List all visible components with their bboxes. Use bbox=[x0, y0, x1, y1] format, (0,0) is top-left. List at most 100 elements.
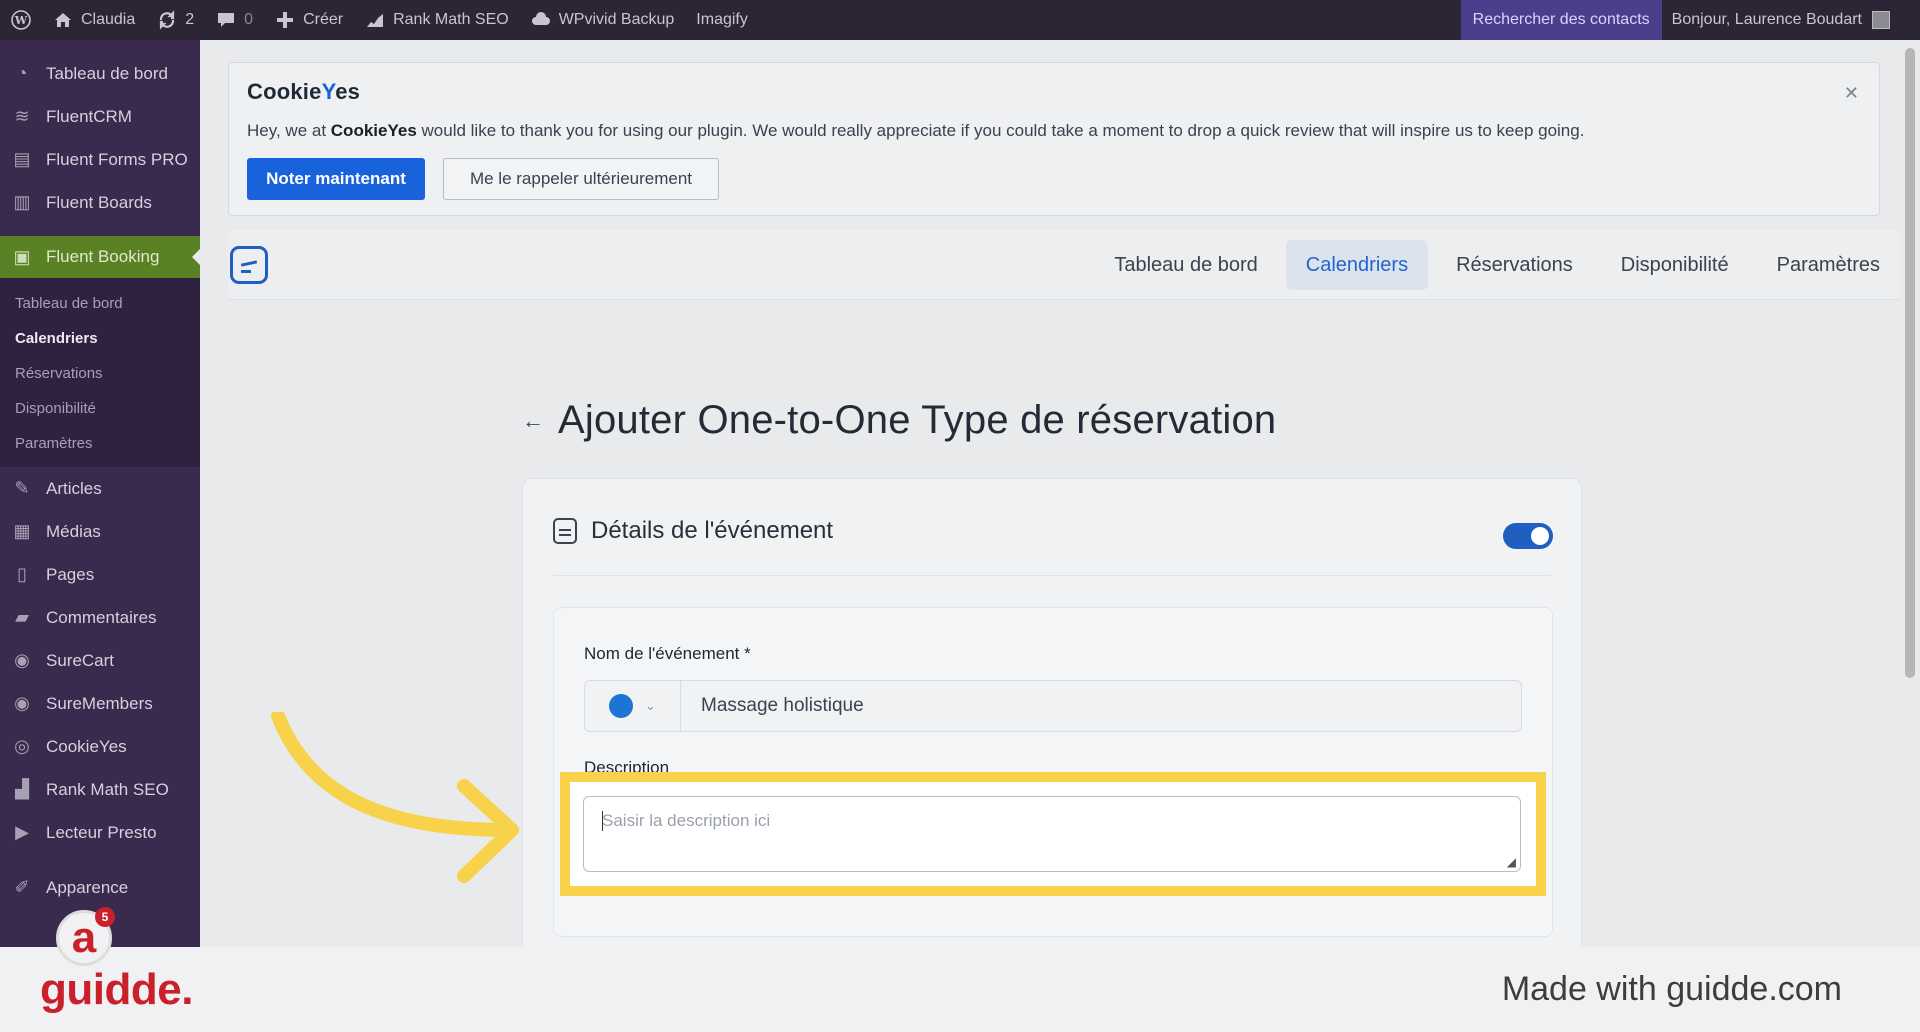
sidebar-item-dashboard[interactable]: ◔ Tableau de bord bbox=[0, 52, 200, 95]
brush-icon: ✐ bbox=[14, 877, 30, 897]
sidebar-item-label: Lecteur Presto bbox=[46, 822, 157, 842]
rankmath-menu[interactable]: Rank Math SEO bbox=[354, 0, 520, 40]
scrollbar[interactable] bbox=[1900, 40, 1920, 947]
boards-icon: ▥ bbox=[13, 192, 31, 212]
tab-calendars[interactable]: Calendriers bbox=[1285, 240, 1429, 290]
sidebar-item-pages[interactable]: ▯ Pages bbox=[0, 553, 200, 596]
event-name-field[interactable]: ⌄ Massage holistique bbox=[584, 680, 1522, 732]
booking-icon: ▣ bbox=[13, 246, 31, 267]
close-icon[interactable]: ✕ bbox=[1844, 83, 1859, 104]
sidebar-item-fluent-forms[interactable]: ▤ Fluent Forms PRO bbox=[0, 138, 200, 181]
pages-icon: ▯ bbox=[17, 564, 27, 584]
fluent-booking-logo[interactable] bbox=[230, 246, 268, 284]
cookieyes-review-notice: CookieYes Hey, we at CookieYes would lik… bbox=[228, 62, 1880, 216]
remind-later-button[interactable]: Me le rappeler ultérieurement bbox=[443, 158, 719, 200]
sidebar-item-label: Fluent Boards bbox=[46, 192, 152, 212]
guidde-logo: guidde. bbox=[40, 964, 193, 1014]
scrollbar-thumb[interactable] bbox=[1905, 48, 1915, 678]
sidebar-item-surecart[interactable]: ◉ SureCart bbox=[0, 639, 200, 682]
surecart-icon: ◉ bbox=[14, 650, 30, 670]
admin-sidebar: ◔ Tableau de bord ≋ FluentCRM ▤ Fluent F… bbox=[0, 40, 200, 947]
description-placeholder: Saisir la description ici bbox=[602, 811, 771, 830]
sidebar-item-label: Commentaires bbox=[46, 607, 157, 627]
color-picker[interactable]: ⌄ bbox=[585, 681, 681, 731]
chevron-down-icon: ⌄ bbox=[645, 698, 656, 713]
fluentcrm-icon: ≋ bbox=[14, 106, 30, 126]
suremembers-icon: ◉ bbox=[14, 693, 30, 713]
svg-text:W: W bbox=[14, 14, 28, 27]
tab-settings[interactable]: Paramètres bbox=[1757, 240, 1900, 290]
back-arrow-icon[interactable]: ← bbox=[522, 408, 544, 434]
dashboard-icon: ◔ bbox=[16, 63, 28, 83]
sidebar-item-label: SureCart bbox=[46, 650, 115, 670]
presto-icon: ▶ bbox=[15, 822, 29, 842]
annotation-arrow-icon bbox=[271, 712, 519, 883]
sidebar-item-fluent-boards[interactable]: ▥ Fluent Boards bbox=[0, 181, 200, 224]
cookieyes-icon: ◎ bbox=[14, 736, 30, 756]
avatar bbox=[1872, 11, 1890, 29]
user-menu[interactable]: Bonjour, Laurence Boudart bbox=[1662, 0, 1920, 40]
wpvivid-label: WPvivid Backup bbox=[558, 11, 675, 28]
home-icon bbox=[55, 13, 71, 27]
event-name-value: Massage holistique bbox=[701, 695, 864, 716]
event-details-toggle[interactable] bbox=[1503, 523, 1553, 549]
description-textarea[interactable]: Saisir la description ici ◢ bbox=[583, 796, 1521, 872]
site-name-link[interactable]: Claudia bbox=[42, 0, 146, 40]
sidebar-item-presto[interactable]: ▶ Lecteur Presto bbox=[0, 811, 200, 854]
fluent-booking-nav: Tableau de bord Calendriers Réservations… bbox=[228, 230, 1900, 300]
sidebar-item-articles[interactable]: ✎ Articles bbox=[0, 467, 200, 510]
sidebar-item-cookieyes[interactable]: ◎ CookieYes bbox=[0, 725, 200, 768]
guidde-badge[interactable]: a 5 bbox=[56, 907, 115, 966]
rankmath-label: Rank Math SEO bbox=[393, 11, 509, 28]
guidde-footer: guidde. Made with guidde.com bbox=[0, 947, 1920, 1032]
submenu-item-dashboard[interactable]: Tableau de bord bbox=[0, 286, 200, 321]
submenu-item-settings[interactable]: Paramètres bbox=[0, 426, 200, 461]
imagify-menu[interactable]: Imagify bbox=[685, 0, 759, 40]
sidebar-item-fluent-booking[interactable]: ▣ Fluent Booking bbox=[0, 236, 200, 278]
comment-icon bbox=[218, 13, 235, 27]
submenu-item-bookings[interactable]: Réservations bbox=[0, 356, 200, 391]
sidebar-item-suremembers[interactable]: ◉ SureMembers bbox=[0, 682, 200, 725]
badge-count: 5 bbox=[95, 907, 115, 927]
sidebar-item-rankmath[interactable]: ▟ Rank Math SEO bbox=[0, 768, 200, 811]
sidebar-item-fluentcrm[interactable]: ≋ FluentCRM bbox=[0, 95, 200, 138]
sidebar-item-appearance[interactable]: ✐ Apparence bbox=[0, 866, 200, 909]
tab-bookings[interactable]: Réservations bbox=[1436, 240, 1593, 290]
sidebar-item-label: Fluent Forms PRO bbox=[46, 149, 188, 169]
updates-link[interactable]: 2 bbox=[146, 0, 205, 40]
wordpress-icon: W bbox=[11, 10, 31, 30]
sidebar-item-label: Tableau de bord bbox=[46, 63, 168, 83]
calendar-icon bbox=[553, 518, 577, 544]
notice-text: Hey, we at CookieYes would like to thank… bbox=[247, 121, 1585, 140]
comment-icon: ▰ bbox=[15, 607, 29, 627]
guidde-badge-icon: a bbox=[71, 913, 97, 962]
sidebar-item-comments[interactable]: ▰ Commentaires bbox=[0, 596, 200, 639]
card-title: Détails de l'événement bbox=[591, 517, 834, 544]
comments-count: 0 bbox=[244, 11, 254, 28]
plus-icon bbox=[277, 12, 294, 28]
event-name-label: Nom de l'événement * bbox=[584, 644, 751, 663]
sidebar-item-label: CookieYes bbox=[46, 736, 127, 756]
comments-link[interactable]: 0 bbox=[205, 0, 264, 40]
refresh-icon bbox=[160, 10, 175, 30]
pin-icon: ✎ bbox=[14, 478, 30, 498]
made-with-text: Made with guidde.com bbox=[1501, 970, 1842, 1008]
wpvivid-menu[interactable]: WPvivid Backup bbox=[520, 0, 686, 40]
submenu-item-calendars[interactable]: Calendriers bbox=[0, 321, 200, 356]
create-menu[interactable]: Créer bbox=[264, 0, 354, 40]
divider bbox=[553, 575, 1551, 576]
sidebar-item-label: Articles bbox=[46, 478, 102, 498]
forms-icon: ▤ bbox=[13, 149, 31, 169]
tab-availability[interactable]: Disponibilité bbox=[1601, 240, 1749, 290]
rate-now-button[interactable]: Noter maintenant bbox=[247, 158, 425, 200]
sidebar-item-label: Rank Math SEO bbox=[46, 779, 169, 799]
wordpress-logo[interactable]: W bbox=[0, 0, 42, 40]
site-name: Claudia bbox=[81, 11, 136, 28]
resize-handle-icon[interactable]: ◢ bbox=[1507, 855, 1516, 869]
search-contacts-button[interactable]: Rechercher des contacts bbox=[1460, 0, 1662, 40]
sidebar-item-media[interactable]: ▦ Médias bbox=[0, 510, 200, 553]
sidebar-item-label: Médias bbox=[46, 521, 101, 541]
tab-dashboard[interactable]: Tableau de bord bbox=[1094, 240, 1277, 290]
rankmath-icon: ▟ bbox=[15, 779, 29, 799]
submenu-item-availability[interactable]: Disponibilité bbox=[0, 391, 200, 426]
